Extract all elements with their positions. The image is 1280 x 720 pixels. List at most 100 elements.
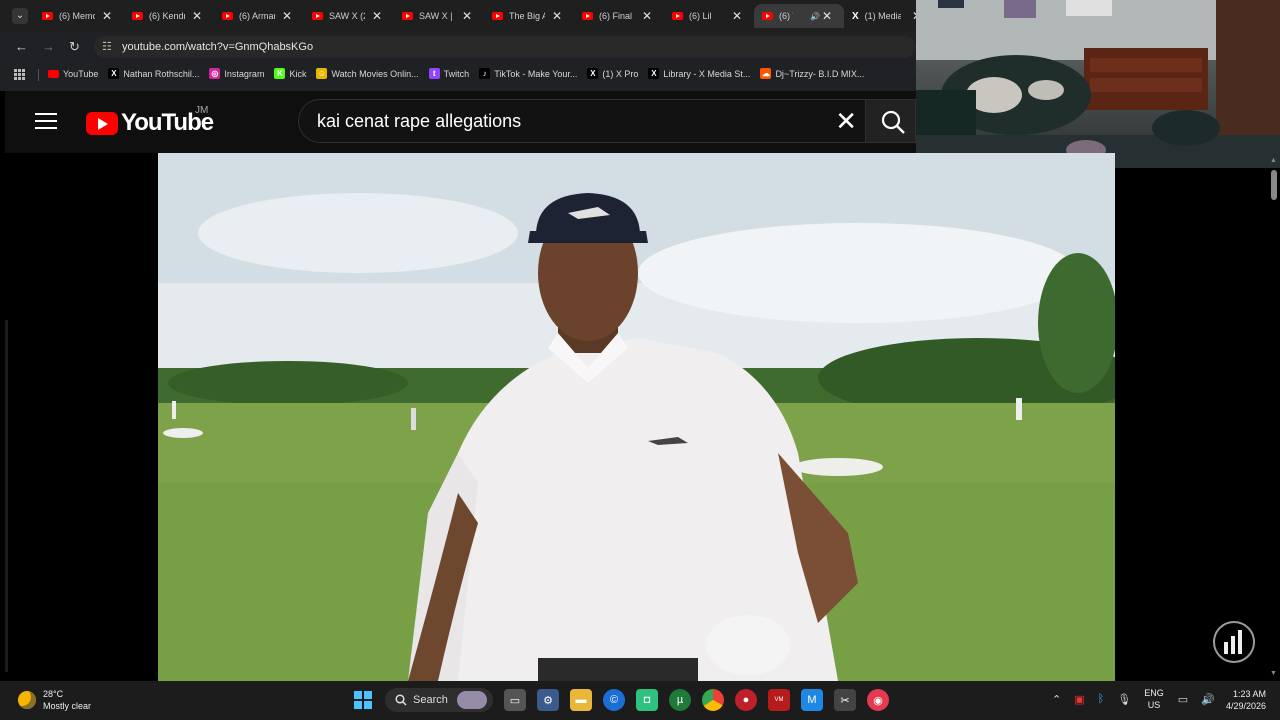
bookmark-label: Twitch [443,68,470,79]
bookmark-label: YouTube [63,68,99,79]
microphone-icon[interactable]: 🎙 [1117,693,1131,706]
bookmark-item[interactable]: X Library - X Media St... [648,68,750,79]
youtube-favicon-icon [402,12,413,20]
tab-close-icon[interactable]: ✕ [642,9,652,23]
bluetooth-icon[interactable]: ᛒ [1098,693,1105,705]
utorrent-icon[interactable]: µ [669,689,691,711]
network-icon[interactable]: ▭ [1178,693,1188,706]
browser-tab[interactable]: (6) Final L ✕ [574,4,664,28]
browser-tab[interactable]: (6) Arman ✕ [214,4,304,28]
taskbar-search[interactable]: Search [385,688,493,712]
tab-title: (6) Arman [239,11,275,21]
browser-tab[interactable]: SAW X (2 ✕ [304,4,394,28]
browser-tab[interactable]: (6) Memo ✕ [34,4,124,28]
tab-close-icon[interactable]: ✕ [192,9,202,23]
video-player[interactable] [158,153,1115,681]
tab-title: (6) Lil [689,11,712,21]
twitch-icon: t [428,68,440,79]
file-explorer-icon[interactable]: ▬ [570,689,592,711]
bookmark-item[interactable]: YouTube [48,68,98,79]
tab-title: SAW X | C [419,11,455,21]
tiktok-icon: ♪ [479,68,491,79]
tab-close-icon[interactable]: ✕ [282,9,292,23]
tab-audio-icon[interactable]: 🔊 [810,12,820,21]
x-logo-icon: X [852,10,859,22]
tab-title: SAW X (2 [329,11,365,21]
reload-icon[interactable]: ↻ [69,39,80,55]
settings-icon[interactable]: ⚙ [537,689,559,711]
task-view-icon[interactable]: ▭ [504,689,526,711]
snipping-tool-icon[interactable]: ✂ [834,689,856,711]
youtube-favicon-icon [312,12,323,20]
browser-tab[interactable]: (6) Kendr ✕ [124,4,214,28]
browser-tab[interactable]: (6) Lil ✕ [664,4,754,28]
tab-close-icon[interactable]: ✕ [732,9,742,23]
tray-app-icon[interactable]: ▣ [1074,693,1084,706]
bookmark-item[interactable]: K Kick [274,68,306,79]
bookmark-label: Instagram [224,68,265,79]
back-icon[interactable]: ← [15,39,28,54]
weather-widget[interactable]: 28°C Mostly clear [18,688,91,712]
bookmark-label: Watch Movies Onlin... [331,68,419,79]
search-button[interactable] [866,99,916,143]
movies-icon: ☺ [316,68,328,79]
youtube-favicon-icon [132,12,143,20]
capcut-icon[interactable]: © [603,689,625,711]
address-bar[interactable]: ☷ youtube.com/watch?v=GnmQhabsKGo [94,36,916,58]
bookmark-item[interactable]: ☺ Watch Movies Onlin... [316,68,419,79]
tab-close-icon[interactable]: ✕ [372,9,382,23]
search-query[interactable]: kai cenat rape allegations [317,111,521,132]
x-icon: X [587,68,599,79]
kick-icon: K [274,68,286,79]
media-app-icon[interactable]: M [801,689,823,711]
address-row: ← → ↻ ☷ youtube.com/watch?v=GnmQhabsKGo [0,32,916,62]
tab-close-icon[interactable]: ✕ [462,9,472,23]
apps-grid-icon[interactable] [14,69,25,80]
tab-list: (6) Memo ✕ (6) Kendr ✕ (6) Arman ✕ SAW X (2 ✕ SA… [34,4,934,28]
channel-watermark-icon[interactable] [1212,620,1256,664]
tab-title: (6) Kendr [149,11,185,21]
search-label: Search [413,694,448,706]
bookmark-item[interactable]: t Twitch [428,68,470,79]
discord-icon[interactable]: ◘ [636,689,658,711]
youtube-favicon-icon [582,12,593,20]
tab-title: (6) Memo [59,11,95,21]
clock[interactable]: 1:23 AM 4/29/2026 [1214,688,1266,712]
browser-tab[interactable]: SAW X | C ✕ [394,4,484,28]
language-indicator[interactable]: ENG US [1144,687,1164,711]
clock-time: 1:23 AM [1232,689,1266,699]
scroll-up-arrow[interactable]: ▲ [1270,157,1277,164]
chevron-up-icon[interactable]: ⌃ [1052,693,1061,706]
bookmark-item[interactable]: ♪ TikTok - Make Your... [479,68,577,79]
tab-close-icon[interactable]: ✕ [102,9,112,23]
search-input[interactable]: kai cenat rape allegations ✕ [298,99,866,143]
bookmark-label: Dj~Trizzy- B.I.D MIX... [775,68,865,79]
start-button[interactable] [352,689,374,711]
bookmark-item[interactable]: ☁ Dj~Trizzy- B.I.D MIX... [760,68,864,79]
country-code: JM [195,105,209,116]
scroll-down-arrow[interactable]: ▼ [1270,670,1277,677]
scrollbar-thumb[interactable] [1271,170,1277,200]
site-info-icon[interactable]: ☷ [102,40,112,53]
url-text[interactable]: youtube.com/watch?v=GnmQhabsKGo [122,41,313,53]
menu-icon[interactable] [35,113,57,129]
screen-recorder-icon[interactable]: ◉ [867,689,889,711]
chrome-icon[interactable] [702,689,724,711]
forward-icon[interactable]: → [42,39,55,54]
bookmark-item[interactable]: ◎ Instagram [209,68,264,79]
clear-search-icon[interactable]: ✕ [835,106,857,136]
volume-icon[interactable]: 🔊 [1201,693,1215,706]
tab-title: (1) Media [864,11,901,21]
tab-close-icon[interactable]: ✕ [822,9,832,23]
bookmark-item[interactable]: X Nathan Rothschil... [108,68,199,79]
webcam-overlay [916,0,1280,168]
tab-search-button[interactable]: ⌄ [12,8,28,24]
voicemeeter-icon[interactable]: VM [768,689,790,711]
browser-tab[interactable]: (6) Th 🔊✕ [754,4,844,28]
bookmark-label: TikTok - Make Your... [494,68,578,79]
browser-tab[interactable]: The Big A ✕ [484,4,574,28]
obs-record-icon[interactable]: ● [735,689,757,711]
bookmark-item[interactable]: X (1) X Pro [587,68,638,79]
youtube-favicon-icon [762,12,773,20]
tab-close-icon[interactable]: ✕ [552,9,562,23]
